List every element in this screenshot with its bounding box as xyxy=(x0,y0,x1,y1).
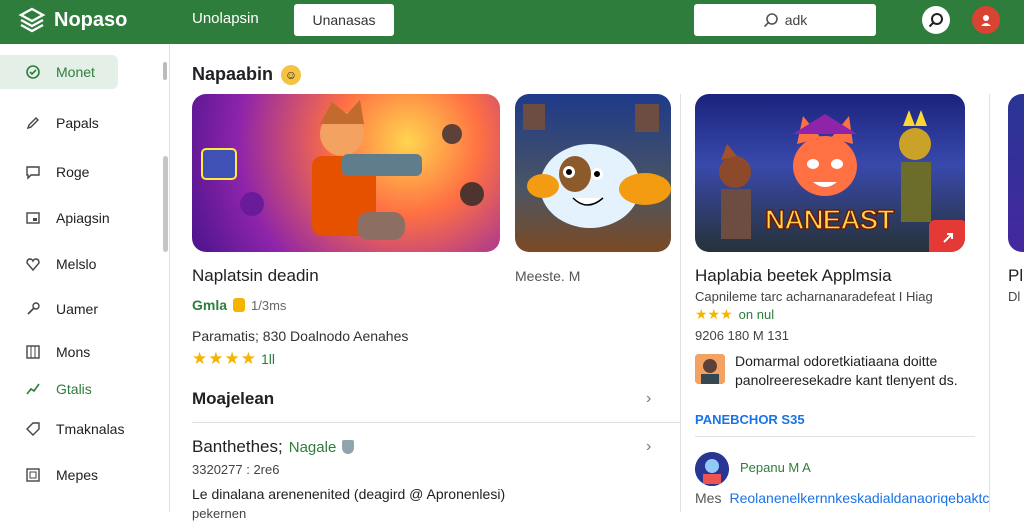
game-description: Paramatis; 830 Doalnodo Aenahes xyxy=(192,328,409,344)
sidebar-item-apiagsin[interactable]: Apiagsin xyxy=(24,209,110,227)
scrollbar-top[interactable] xyxy=(163,62,167,80)
open-button[interactable] xyxy=(929,220,965,252)
sidebar-item-label: Roge xyxy=(56,164,90,180)
section-title-text: Napaabin xyxy=(192,64,274,84)
developer-name[interactable]: Gmla xyxy=(192,297,227,313)
featured-rating-text: on nul xyxy=(738,307,775,322)
search-icon xyxy=(928,13,943,28)
main-content: Napaabin ☺ NANEAST Naplatsin deadin Gmla… xyxy=(170,44,1024,521)
footer-link[interactable]: Reolanenelkernnkeskadialdanaoriqebaktc xyxy=(729,490,989,506)
tag-icon xyxy=(24,420,42,438)
list-item-description: Le dinalana arenenenited (deagird @ Apro… xyxy=(192,486,506,502)
search-placeholder: adk xyxy=(784,12,808,28)
chevron-right-icon[interactable]: › xyxy=(646,390,651,408)
sidebar: Monet Papals Roge Apiagsin Melslo Uamer … xyxy=(0,44,170,512)
sidebar-item-label: Uamer xyxy=(56,301,99,317)
sidebar-item-label: Mepes xyxy=(56,467,99,483)
sidebar-item-label: Gtalis xyxy=(56,381,92,397)
banner-text: NANEAST xyxy=(764,203,895,236)
star-rating-icon: ★★★ xyxy=(695,306,733,322)
search-input[interactable]: adk xyxy=(694,4,876,36)
app-logo[interactable]: Nopaso xyxy=(18,6,127,34)
chevron-right-icon[interactable]: › xyxy=(646,438,651,456)
chart-icon xyxy=(24,380,42,398)
footer-label: Mes xyxy=(695,490,722,506)
user-name[interactable]: Pepanu M A xyxy=(740,460,811,475)
search-icon xyxy=(763,13,778,28)
window-icon xyxy=(24,209,42,227)
game-thumbnail-image[interactable] xyxy=(515,94,671,252)
divider xyxy=(192,422,680,423)
sidebar-item-papals[interactable]: Papals xyxy=(24,114,99,132)
sidebar-item-label: Papals xyxy=(56,115,99,131)
featured-rating-row: ★★★ on nul xyxy=(695,306,774,323)
shield-icon xyxy=(342,440,355,454)
account-search-button[interactable] xyxy=(922,6,950,34)
sidebar-item-melslo[interactable]: Melslo xyxy=(24,255,96,273)
column-divider xyxy=(989,94,990,512)
heart-icon xyxy=(24,255,42,273)
logo-icon xyxy=(18,7,46,33)
sidebar-item-gtalis[interactable]: Gtalis xyxy=(24,380,92,398)
sidebar-item-label: Tmaknalas xyxy=(56,421,125,437)
list-item-tag: Nagale xyxy=(288,438,337,456)
reviewer-avatar[interactable] xyxy=(695,354,725,384)
star-rating-icon: ★★★★ xyxy=(192,349,257,368)
list-item-meta: 3320277 : 2re6 xyxy=(192,462,280,477)
smile-emoji-icon: ☺ xyxy=(281,64,302,85)
list-title: Moajelean xyxy=(192,389,275,408)
list-item[interactable]: Banthethes; Nagale xyxy=(192,437,355,457)
avatar[interactable] xyxy=(972,6,1000,34)
sidebar-item-monet[interactable]: Monet xyxy=(0,55,118,89)
coin-icon xyxy=(233,298,246,312)
sidebar-scrollbar[interactable] xyxy=(163,156,168,252)
tool-icon xyxy=(24,300,42,318)
sidebar-item-uamer[interactable]: Uamer xyxy=(24,300,98,318)
featured-game-image[interactable]: NANEAST xyxy=(695,94,965,252)
grid-icon xyxy=(24,343,42,361)
review-link[interactable]: PANEBCHOR S35 xyxy=(695,412,805,427)
list-item-title: Banthethes; xyxy=(192,437,283,456)
partial-game-title[interactable]: Pl xyxy=(1008,266,1023,286)
user-avatar[interactable] xyxy=(695,452,729,486)
game-developer-row: Gmla 1/3ms xyxy=(192,297,286,313)
sidebar-item-roge[interactable]: Roge xyxy=(24,163,89,181)
avatar-icon xyxy=(981,15,991,26)
arrow-icon xyxy=(943,233,953,243)
footer-row: Mes Reolanenelkernnkeskadialdanaoriqebak… xyxy=(695,490,989,506)
featured-game-subtitle: Capnileme tarc acharnanaradefeat I Hiag xyxy=(695,289,933,304)
game-meta: 1/3ms xyxy=(251,297,287,313)
message-icon xyxy=(24,163,42,181)
rating-row: ★★★★ 1ll xyxy=(192,349,275,369)
section-title: Napaabin ☺ xyxy=(192,64,302,85)
column-divider xyxy=(680,94,681,512)
box-icon xyxy=(24,466,42,484)
pen-icon xyxy=(24,114,42,132)
featured-game-title[interactable]: Haplabia beetek Applmsia xyxy=(695,266,892,286)
nav-tab[interactable]: Unolapsin xyxy=(192,10,259,27)
circle-check-icon xyxy=(24,63,42,81)
game-title-secondary[interactable]: Meeste. M xyxy=(515,268,580,284)
sidebar-item-label: Mons xyxy=(56,344,91,360)
nav-button[interactable]: Unanasas xyxy=(294,4,394,36)
list-item-description-continued: pekernen xyxy=(192,506,247,521)
divider xyxy=(695,436,975,437)
featured-game-meta: 9206 180 M 131 xyxy=(695,328,789,343)
sidebar-item-label: Melslo xyxy=(56,256,97,272)
partial-game-image[interactable] xyxy=(1008,94,1024,252)
review-text: Domarmal odoretkiatiaana doitte panolree… xyxy=(735,353,958,388)
sidebar-item-mepes[interactable]: Mepes xyxy=(24,466,98,484)
sidebar-item-label: Apiagsin xyxy=(56,210,110,226)
app-name: Nopaso xyxy=(54,8,128,31)
partial-game-subtitle: Dl xyxy=(1008,289,1021,304)
game-title[interactable]: Naplatsin deadin xyxy=(192,266,319,286)
rating-value: 1ll xyxy=(260,351,275,367)
sidebar-item-label: Monet xyxy=(56,64,95,80)
game-banner-image[interactable] xyxy=(192,94,500,252)
sidebar-item-tmaknalas[interactable]: Tmaknalas xyxy=(24,420,124,438)
top-bar: Nopaso Unolapsin Unanasas adk xyxy=(0,0,1024,44)
sidebar-item-mons[interactable]: Mons xyxy=(24,343,90,361)
